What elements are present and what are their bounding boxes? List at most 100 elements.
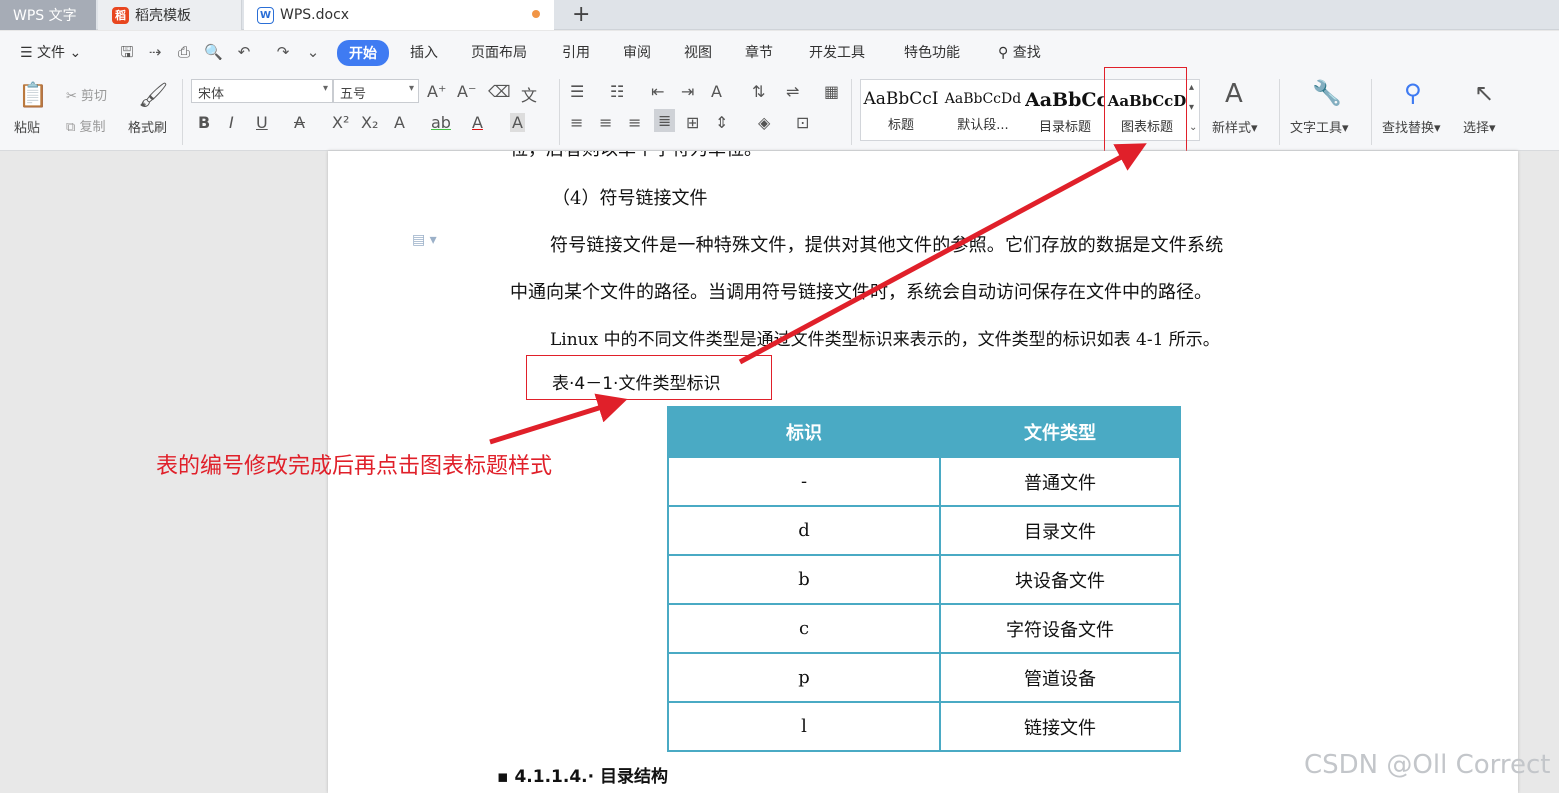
- new-style-icon[interactable]: A: [1225, 79, 1243, 109]
- table-cell[interactable]: 块设备文件: [939, 554, 1181, 605]
- font-color-icon[interactable]: A: [472, 113, 483, 132]
- align-center-icon[interactable]: ≡: [599, 113, 612, 132]
- cursor-icon[interactable]: ↖: [1474, 79, 1494, 107]
- tab-docer-templates[interactable]: 稻 稻壳模板: [98, 0, 242, 30]
- tab-special-features[interactable]: 特色功能: [904, 42, 960, 62]
- table-row: b 块设备文件: [667, 554, 1181, 605]
- subscript-icon[interactable]: X₂: [361, 113, 378, 132]
- gallery-scroll-down-icon[interactable]: ▾: [1189, 102, 1194, 113]
- decrease-indent-icon[interactable]: ⇤: [651, 82, 664, 101]
- save-icon[interactable]: 🖫: [118, 43, 136, 61]
- italic-icon[interactable]: I: [229, 113, 234, 132]
- customize-chevron-icon[interactable]: ⌄: [304, 43, 322, 61]
- new-tab-button[interactable]: +: [572, 2, 590, 27]
- tab-view[interactable]: 视图: [684, 42, 712, 62]
- char-shading-icon[interactable]: A: [510, 113, 525, 132]
- ribbon-divider: [182, 79, 183, 145]
- wrench-icon[interactable]: 🔧: [1312, 79, 1342, 107]
- cut-button[interactable]: ✂ 剪切: [66, 85, 107, 104]
- tab-review[interactable]: 审阅: [623, 42, 651, 62]
- table-header-cell[interactable]: 文件类型: [939, 406, 1181, 458]
- paste-button[interactable]: 粘贴: [14, 117, 40, 136]
- style-default-paragraph[interactable]: AaBbCcDd 默认段...: [943, 80, 1023, 140]
- paragraph-layout-icon[interactable]: ▤ ▾: [412, 232, 437, 248]
- justify-icon[interactable]: ≣: [654, 109, 676, 132]
- tab-chapter[interactable]: 章节: [745, 42, 773, 62]
- phonetic-icon[interactable]: 文: [521, 82, 537, 106]
- table-cell[interactable]: 目录文件: [939, 505, 1181, 556]
- export-icon[interactable]: ⇢: [146, 43, 164, 61]
- table-cell[interactable]: l: [667, 701, 941, 752]
- ribbon-divider: [559, 79, 560, 145]
- table-cell[interactable]: 字符设备文件: [939, 603, 1181, 654]
- numbering-icon[interactable]: ☷: [610, 82, 624, 101]
- copy-button[interactable]: ⧉ 复制: [66, 116, 105, 135]
- file-menu[interactable]: ☰ 文件 ⌄: [20, 42, 81, 62]
- table-cell[interactable]: c: [667, 603, 941, 654]
- redo-icon[interactable]: ↷: [274, 43, 292, 61]
- font-size-select[interactable]: 五号 ▾: [333, 79, 419, 103]
- table-cell[interactable]: 管道设备: [939, 652, 1181, 703]
- table-caption[interactable]: 表·4－1·文件类型标识: [552, 369, 720, 394]
- style-highlight-box: [1104, 67, 1187, 154]
- table-header-cell[interactable]: 标识: [667, 406, 941, 458]
- search-menu[interactable]: ⚲ 查找: [998, 42, 1041, 62]
- bold-icon[interactable]: B: [198, 113, 210, 132]
- table-cell[interactable]: 普通文件: [939, 456, 1181, 507]
- doc-paragraph-line: 符号链接文件是一种特殊文件，提供对其他文件的参照。它们存放的数据是文件系统: [550, 235, 1224, 256]
- line-spacing-icon[interactable]: ⇕: [715, 113, 728, 132]
- strikethrough-icon[interactable]: A: [294, 113, 305, 132]
- print-icon[interactable]: ⎙: [175, 43, 193, 61]
- print-preview-icon[interactable]: 🔍: [204, 43, 223, 61]
- select-button[interactable]: 选择▾: [1463, 117, 1496, 136]
- text-tools-button[interactable]: 文字工具▾: [1290, 117, 1349, 136]
- new-style-button[interactable]: 新样式▾: [1212, 117, 1258, 136]
- sort-icon[interactable]: ⇅: [752, 82, 765, 101]
- borders-icon[interactable]: ▦: [824, 82, 839, 101]
- bullets-icon[interactable]: ☰: [570, 82, 584, 101]
- table-cell[interactable]: -: [667, 456, 941, 507]
- format-painter-button[interactable]: 格式刷: [128, 117, 167, 136]
- table-cell[interactable]: p: [667, 652, 941, 703]
- paste-icon[interactable]: 📋: [18, 81, 48, 109]
- underline-icon[interactable]: U: [256, 113, 268, 132]
- grow-font-icon[interactable]: A⁺: [427, 82, 446, 101]
- doc-heading-symbolic-link: （4）符号链接文件: [552, 188, 708, 209]
- undo-icon[interactable]: ↶: [235, 43, 253, 61]
- format-painter-icon[interactable]: 🖌: [138, 81, 168, 109]
- table-cell[interactable]: b: [667, 554, 941, 605]
- clear-format-icon[interactable]: ⌫: [488, 82, 511, 101]
- align-right-icon[interactable]: ≡: [628, 113, 641, 132]
- align-left-icon[interactable]: ≡: [570, 113, 583, 132]
- style-toc-heading[interactable]: AaBbCc 目录标题: [1025, 80, 1105, 140]
- tab-wps-writer[interactable]: WPS 文字: [0, 0, 96, 30]
- tab-page-layout[interactable]: 页面布局: [471, 42, 527, 62]
- tab-home[interactable]: 开始: [337, 40, 389, 66]
- find-replace-icon[interactable]: ⚲: [1404, 79, 1422, 107]
- find-replace-button[interactable]: 查找替换▾: [1382, 117, 1441, 136]
- tab-document[interactable]: W WPS.docx: [244, 0, 554, 30]
- ribbon-divider: [851, 79, 852, 145]
- gallery-expand-icon[interactable]: ⌄: [1189, 122, 1197, 133]
- font-name-select[interactable]: 宋体 ▾: [191, 79, 333, 103]
- tab-developer[interactable]: 开发工具: [809, 42, 865, 62]
- tab-references[interactable]: 引用: [562, 42, 590, 62]
- border-icon[interactable]: ⊡: [796, 113, 809, 132]
- paragraph-icon[interactable]: ⇌: [786, 82, 799, 101]
- chevron-down-icon: ▾: [408, 83, 414, 94]
- highlight-icon[interactable]: ab: [431, 113, 451, 132]
- distribute-icon[interactable]: ⊞: [686, 113, 699, 132]
- tab-insert[interactable]: 插入: [410, 42, 438, 62]
- superscript-icon[interactable]: X²: [332, 113, 349, 132]
- increase-indent-icon[interactable]: ⇥: [681, 82, 694, 101]
- shading-icon[interactable]: ◈: [758, 113, 770, 132]
- gallery-scroll-up-icon[interactable]: ▴: [1189, 82, 1194, 93]
- table-row: p 管道设备: [667, 652, 1181, 703]
- style-heading[interactable]: AaBbCcI 标题: [861, 80, 941, 140]
- shrink-font-icon[interactable]: A⁻: [457, 82, 476, 101]
- text-direction-icon[interactable]: A: [711, 82, 722, 101]
- file-type-table[interactable]: 标识 文件类型 - 普通文件 d 目录文件 b 块设备文件 c 字符设备文件 p…: [667, 406, 1181, 752]
- text-effect-icon[interactable]: A: [394, 113, 405, 132]
- table-cell[interactable]: d: [667, 505, 941, 556]
- table-cell[interactable]: 链接文件: [939, 701, 1181, 752]
